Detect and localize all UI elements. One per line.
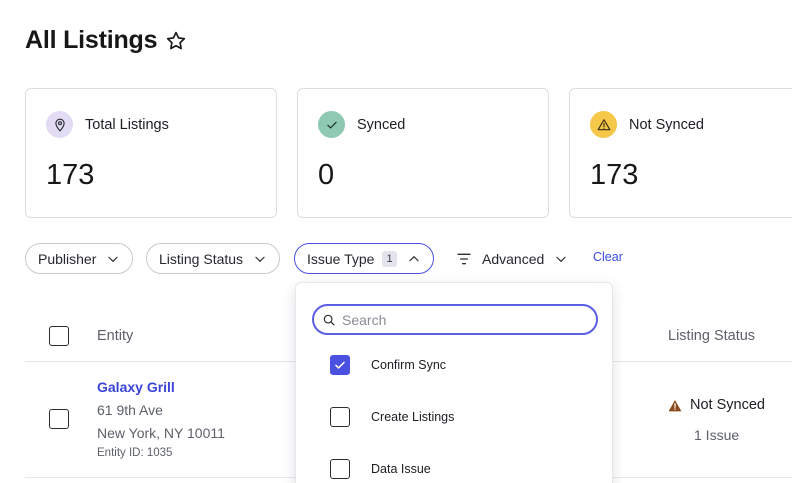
filter-count-badge: 1 <box>382 250 397 267</box>
clear-filters-link[interactable]: Clear <box>593 250 623 264</box>
option-checkbox[interactable] <box>330 459 350 479</box>
listing-status-filter[interactable]: Listing Status <box>146 243 281 274</box>
page-header: All Listings <box>25 26 187 55</box>
column-header-entity[interactable]: Entity <box>97 328 133 344</box>
status-text: Not Synced <box>690 397 765 413</box>
filter-label: Issue Type <box>307 250 375 267</box>
advanced-filter-button[interactable]: Advanced <box>456 243 568 274</box>
card-value: 173 <box>590 159 639 191</box>
entity-id: Entity ID: 1035 <box>97 447 173 459</box>
filter-label: Listing Status <box>159 250 244 267</box>
chevron-down-icon <box>106 252 120 266</box>
favorite-star-icon[interactable] <box>165 30 187 52</box>
option-checkbox[interactable] <box>330 407 350 427</box>
issue-type-filter[interactable]: Issue Type 1 <box>294 243 434 274</box>
option-label: Data Issue <box>371 462 431 476</box>
chevron-down-icon <box>554 252 568 266</box>
warning-icon <box>590 111 617 138</box>
publisher-filter[interactable]: Publisher <box>25 243 134 274</box>
listing-status-cell: Not Synced <box>668 397 765 413</box>
option-data-issue[interactable]: Data Issue <box>330 459 431 479</box>
location-pin-icon <box>46 111 73 138</box>
chevron-down-icon <box>253 252 267 266</box>
card-value: 173 <box>46 159 95 191</box>
dropdown-search[interactable] <box>312 304 598 335</box>
card-label: Synced <box>357 116 406 133</box>
filter-label: Advanced <box>482 250 545 267</box>
card-label: Not Synced <box>629 116 704 133</box>
page-title: All Listings <box>25 26 158 54</box>
issue-type-dropdown: Confirm Sync Create Listings Data Issue <box>295 282 613 483</box>
chevron-up-icon <box>407 252 421 266</box>
search-input[interactable] <box>342 311 582 328</box>
filter-lines-icon <box>456 252 472 266</box>
entity-address-line1: 61 9th Ave <box>97 402 163 418</box>
check-icon <box>318 111 345 138</box>
filter-label: Publisher <box>38 250 97 267</box>
select-all-checkbox[interactable] <box>49 326 69 346</box>
option-confirm-sync[interactable]: Confirm Sync <box>330 355 446 375</box>
option-label: Confirm Sync <box>371 358 447 372</box>
card-value: 0 <box>318 159 335 191</box>
option-checkbox[interactable] <box>330 355 350 375</box>
warning-icon <box>668 399 682 412</box>
card-total-listings: Total Listings 173 <box>25 88 277 218</box>
card-synced: Synced 0 <box>297 88 549 218</box>
entity-name-link[interactable]: Galaxy Grill <box>97 379 175 395</box>
row-checkbox[interactable] <box>49 409 69 429</box>
search-icon <box>322 313 336 327</box>
issue-count-link[interactable]: 1 Issue <box>694 427 739 443</box>
option-label: Create Listings <box>371 410 455 424</box>
card-not-synced: Not Synced 173 <box>569 88 792 218</box>
option-create-listings[interactable]: Create Listings <box>330 407 454 427</box>
column-header-listing-status[interactable]: Listing Status <box>668 328 755 344</box>
entity-address-line2: New York, NY 10011 <box>97 425 225 441</box>
card-label: Total Listings <box>85 116 169 133</box>
